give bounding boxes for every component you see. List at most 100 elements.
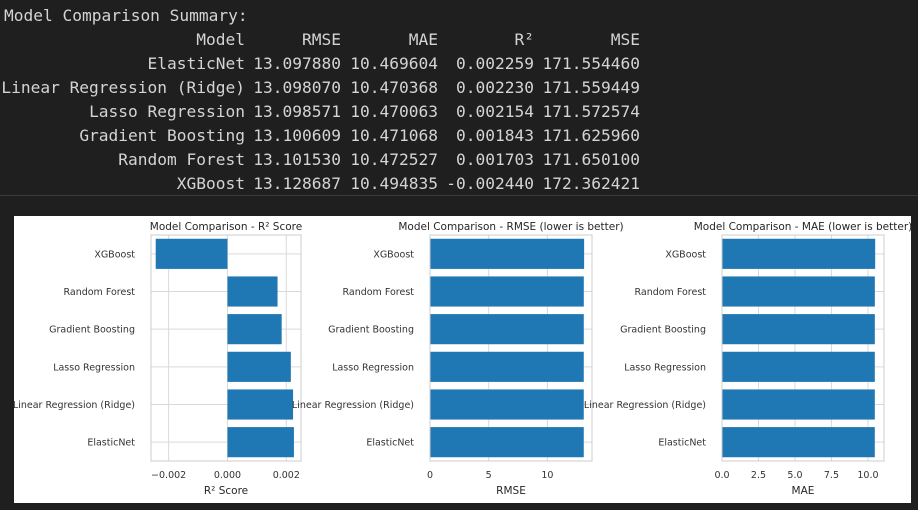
table-cell-r2: 0.002259 [456,54,534,73]
table-cell-r2: 0.001703 [456,150,534,169]
table-cell-rmse: 13.100609 [253,126,341,145]
category-label: Random Forest [342,287,414,298]
bar [722,314,875,345]
table-cell-rmse: 13.101530 [253,150,341,169]
table-cell-r2: 0.002154 [456,102,534,121]
table-cell-model: Random Forest [118,150,245,169]
bar [227,314,282,345]
table-cell-mae: 10.472527 [350,150,438,169]
table-cell-rmse: 13.098070 [253,78,341,97]
bar [722,276,875,307]
table-row: XGBoost 13.128687 10.494835 -0.002440 172.36… [0,172,918,196]
bar [430,276,584,307]
chart-title: Model Comparison - MAE (lower is better) [694,221,911,233]
bar [430,351,584,382]
category-label: Random Forest [63,287,135,298]
output-console: Model Comparison Summary: Model RMSE MAE R²… [0,0,918,196]
bar [227,351,291,382]
chart-panel-2: ElasticNet Linear Regression (Ridge) Lasso… [292,221,624,497]
category-label: Gradient Boosting [328,325,414,336]
table-cell-model: ElasticNet [147,54,245,73]
x-tick-label: 10 [541,470,553,481]
table-cell-model: Gradient Boosting [79,126,245,145]
table-cell-mse: 171.572574 [542,102,640,121]
category-label: XGBoost [373,249,414,260]
chart-panel-3: ElasticNet Linear Regression (Ridge) Lasso… [584,221,911,497]
table-cell-mae: 10.470063 [350,102,438,121]
category-label: XGBoost [94,249,135,260]
x-axis-label: MAE [792,485,815,497]
bar [155,238,228,269]
category-label: Linear Regression (Ridge) [584,400,706,411]
category-label: Lasso Regression [624,362,706,373]
table-cell-rmse: 13.097880 [253,54,341,73]
column-header: MAE [408,30,438,49]
table-cell-mae: 10.471068 [350,126,438,145]
category-label: ElasticNet [658,438,706,449]
table-cell-mse: 171.554460 [542,54,640,73]
table-cell-mae: 10.494835 [350,174,438,193]
category-label: Lasso Regression [332,362,414,373]
bar [227,276,278,307]
x-tick-label: 10.0 [857,470,878,481]
table-cell-rmse: 13.098571 [253,102,341,121]
table-cell-mse: 171.625960 [542,126,640,145]
category-label: XGBoost [665,249,706,260]
chart-title: Model Comparison - R² Score [150,221,302,233]
category-label: Gradient Boosting [620,325,706,336]
category-label: ElasticNet [366,438,414,449]
bar [430,389,584,420]
bar [430,314,584,345]
column-header: R² [514,30,535,49]
bar [227,389,294,420]
column-header: MSE [610,30,640,49]
table-cell-model: Linear Regression (Ridge) [1,78,245,97]
table-cell-mae: 10.470368 [350,78,438,97]
table-cell-r2: 0.002230 [456,78,534,97]
x-tick-label: 5 [486,470,492,481]
x-axis-label: R² Score [204,485,248,497]
category-label: Linear Regression (Ridge) [292,400,414,411]
table-cell-mse: 172.362421 [542,174,640,193]
category-label: Linear Regression (Ridge) [14,400,135,411]
bar [722,351,875,382]
category-label: Lasso Regression [53,362,135,373]
x-tick-label: 7.5 [824,470,839,481]
comparison-figure-svg: ElasticNet Linear Regression (Ridge) Lasso… [14,221,911,497]
bar [430,427,584,458]
output-divider [0,195,918,196]
table-row: Linear Regression (Ridge) 13.098070 10.470… [0,76,918,100]
column-header: Model [196,30,245,49]
table-cell-mse: 171.559449 [542,78,640,97]
table-row: Lasso Regression 13.098571 10.470063 0.0021… [0,100,918,124]
table-cell-mse: 171.650100 [542,150,640,169]
column-header: RMSE [302,30,341,49]
bar [722,427,875,458]
table-cell-mae: 10.469604 [350,54,438,73]
category-label: Random Forest [634,287,706,298]
comparison-figure: ElasticNet Linear Regression (Ridge) Lasso… [14,216,911,503]
table-cell-r2: 0.001843 [456,126,534,145]
chart-title: Model Comparison - RMSE (lower is better… [398,221,623,233]
category-label: ElasticNet [87,438,135,449]
x-tick-label: −0.002 [151,470,186,481]
table-header: Model RMSE MAE R² MSE [0,28,918,52]
table-row: ElasticNet 13.097880 10.469604 0.002259 171.… [0,52,918,76]
x-tick-label: 5.0 [787,470,802,481]
table-row: Gradient Boosting 13.100609 10.471068 0.001… [0,124,918,148]
bar [227,427,294,458]
bar [722,389,875,420]
x-tick-label: 0 [427,470,433,481]
x-tick-label: 0.000 [214,470,241,481]
chart-panel-1: ElasticNet Linear Regression (Ridge) Lasso… [14,221,302,497]
table-cell-r2: -0.002440 [446,174,534,193]
table-cell-model: Lasso Regression [89,102,245,121]
bar [430,238,585,269]
x-axis-label: RMSE [496,485,526,497]
x-tick-label: 0.0 [714,470,729,481]
x-tick-label: 2.5 [751,470,766,481]
category-label: Gradient Boosting [49,325,135,336]
summary-title: Model Comparison Summary: [4,6,248,25]
table-row: Random Forest 13.101530 10.472527 0.001703 1… [0,148,918,172]
table-cell-model: XGBoost [176,174,245,193]
